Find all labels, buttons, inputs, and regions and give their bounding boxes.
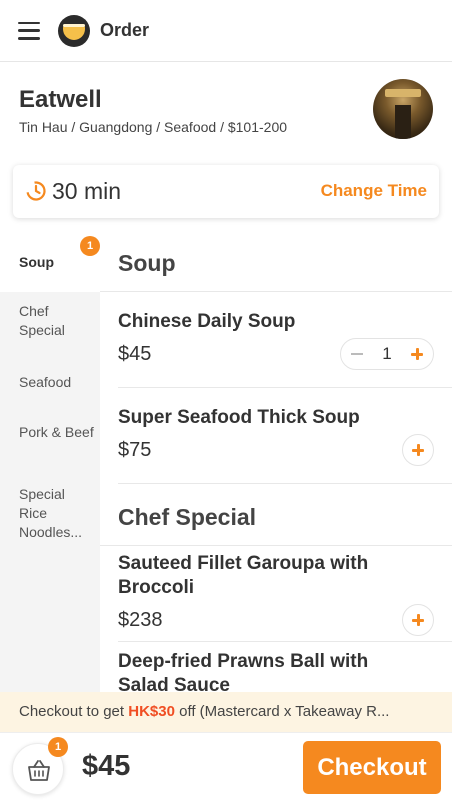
divider [100,545,452,546]
plus-icon[interactable] [409,346,425,362]
page-title: Order [100,20,150,40]
menu-item-name[interactable]: Deep-fried Prawns Ball with Salad Sauce [118,650,388,696]
category-count-badge: 1 [80,236,100,256]
quantity-stepper[interactable]: 1 [340,338,434,370]
menu-item-price: $238 [118,609,163,631]
plus-icon [410,612,426,628]
sidebar-item-label: Seafood [19,374,72,390]
change-time-link[interactable]: Change Time [321,181,427,201]
divider [118,387,452,388]
hamburger-icon[interactable] [18,21,40,40]
sidebar-item-label: Pork & Beef [19,424,94,440]
divider [118,641,452,642]
sidebar-item-chef-special[interactable]: Chef Special [0,302,100,340]
menu-item-name[interactable]: Super Seafood Thick Soup [118,406,388,430]
add-item-button[interactable] [402,604,434,636]
rice-bowl-logo [58,14,90,47]
restaurant-meta: Tin Hau / Guangdong / Seafood / $101-200 [19,119,288,135]
quantity-value: 1 [382,344,392,363]
promo-suffix: off (Mastercard x Takeaway R... [174,703,390,720]
minus-icon[interactable] [349,346,365,362]
divider [118,483,452,484]
category-sidebar: Soup 1 Chef Special Seafood Pork & Beef … [0,236,100,696]
sidebar-item-label: Special Rice Noodles... [19,486,83,540]
sidebar-item-seafood[interactable]: Seafood [0,373,100,392]
restaurant-photo[interactable] [373,79,433,139]
section-title-soup: Soup [118,250,176,276]
cart-total: $45 [82,750,131,782]
plus-icon [410,442,426,458]
menu-item-price: $75 [118,439,152,461]
sidebar-item-soup[interactable]: Soup 1 [0,236,100,292]
basket-icon [28,760,50,781]
menu-item-name[interactable]: Chinese Daily Soup [118,310,388,334]
pickup-time-value: 30 min [52,178,122,204]
divider [100,291,452,292]
promo-banner[interactable]: Checkout to get HK$30 off (Mastercard x … [0,692,452,732]
clock-icon [26,181,46,201]
pickup-time-card: 30 min Change Time [13,165,439,218]
checkout-button[interactable]: Checkout [303,741,441,794]
add-item-button[interactable] [402,434,434,466]
cart-bar: 1 $45 Checkout [0,732,452,805]
menu-item-price: $45 [118,343,152,365]
restaurant-info: Eatwell Tin Hau / Guangdong / Seafood / … [0,62,452,158]
promo-amount: HK$30 [128,703,175,720]
sidebar-item-label: Soup [19,254,54,270]
sidebar-item-special-rice-noodles[interactable]: Special Rice Noodles... [0,485,100,542]
app-header: Order [0,0,452,62]
sidebar-item-label: Chef Special [19,303,65,338]
restaurant-name: Eatwell [19,86,102,113]
menu-list: Soup Chinese Daily Soup $45 1 Super Seaf… [100,236,452,696]
section-title-chef-special: Chef Special [118,504,257,530]
promo-prefix: Checkout to get [19,703,129,720]
sidebar-item-pork-beef[interactable]: Pork & Beef [0,423,100,442]
menu-item-name[interactable]: Sauteed Fillet Garoupa with Broccoli [118,552,388,600]
cart-count-badge: 1 [48,737,68,757]
